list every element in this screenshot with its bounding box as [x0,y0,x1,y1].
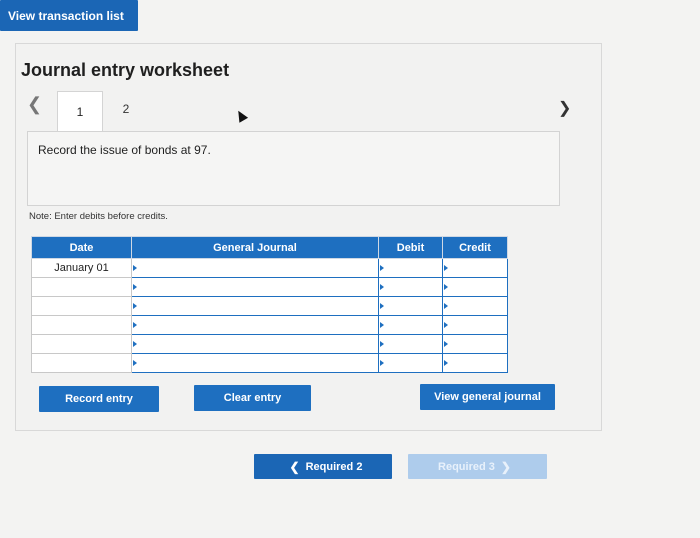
chevron-left-icon: ❮ [289,459,300,474]
note-text: Note: Enter debits before credits. [29,211,168,222]
account-input[interactable] [131,353,379,373]
chevron-right-icon: ❯ [500,459,511,474]
table-row [31,296,508,316]
date-cell[interactable] [31,296,132,316]
debit-input[interactable] [378,296,443,316]
view-transaction-list-button[interactable]: View transaction list [0,0,138,31]
journal-table: Date General Journal Debit Credit Januar… [31,236,508,373]
table-row: January 01 [31,258,508,278]
table-row [31,334,508,354]
date-cell[interactable] [31,334,132,354]
account-input[interactable] [131,296,379,316]
page-title: Journal entry worksheet [21,60,230,80]
tab-label: 2 [122,102,130,116]
table-row [31,277,508,297]
debit-input[interactable] [378,258,443,278]
required-3-button: Required 3 ❯ [408,454,547,479]
clear-entry-button[interactable]: Clear entry [194,385,311,411]
required-3-label: Required 3 [438,460,495,473]
tab-label: 1 [76,104,84,119]
debit-input[interactable] [378,277,443,297]
chevron-right-icon[interactable]: ❯ [558,98,571,118]
account-input[interactable] [131,277,379,297]
table-row [31,315,508,335]
account-input[interactable] [131,315,379,335]
date-cell[interactable]: January 01 [31,258,132,278]
date-cell[interactable] [31,315,132,335]
required-2-label: Required 2 [305,460,363,473]
column-header-date: Date [31,236,132,259]
table-row [31,353,508,373]
required-2-button[interactable]: ❮ Required 2 [254,454,392,479]
credit-input[interactable] [442,334,508,354]
column-header-credit: Credit [442,236,508,259]
credit-input[interactable] [442,258,508,278]
account-input[interactable] [131,334,379,354]
debit-input[interactable] [378,334,443,354]
table-header: Date General Journal Debit Credit [31,236,508,259]
debit-input[interactable] [378,353,443,373]
column-header-account: General Journal [131,236,379,259]
record-entry-button[interactable]: Record entry [39,386,159,412]
credit-input[interactable] [442,296,508,316]
credit-input[interactable] [442,353,508,373]
date-cell[interactable] [31,277,132,297]
account-input[interactable] [131,258,379,278]
instruction-text: Record the issue of bonds at 97. [38,143,211,157]
view-general-journal-button[interactable]: View general journal [420,384,555,410]
tab-1[interactable]: 1 [57,91,103,131]
chevron-left-icon[interactable]: ❮ [27,94,42,115]
debit-input[interactable] [378,315,443,335]
column-header-debit: Debit [378,236,443,259]
credit-input[interactable] [442,277,508,297]
tab-2[interactable]: 2 [112,97,140,121]
credit-input[interactable] [442,315,508,335]
date-cell[interactable] [31,353,132,373]
